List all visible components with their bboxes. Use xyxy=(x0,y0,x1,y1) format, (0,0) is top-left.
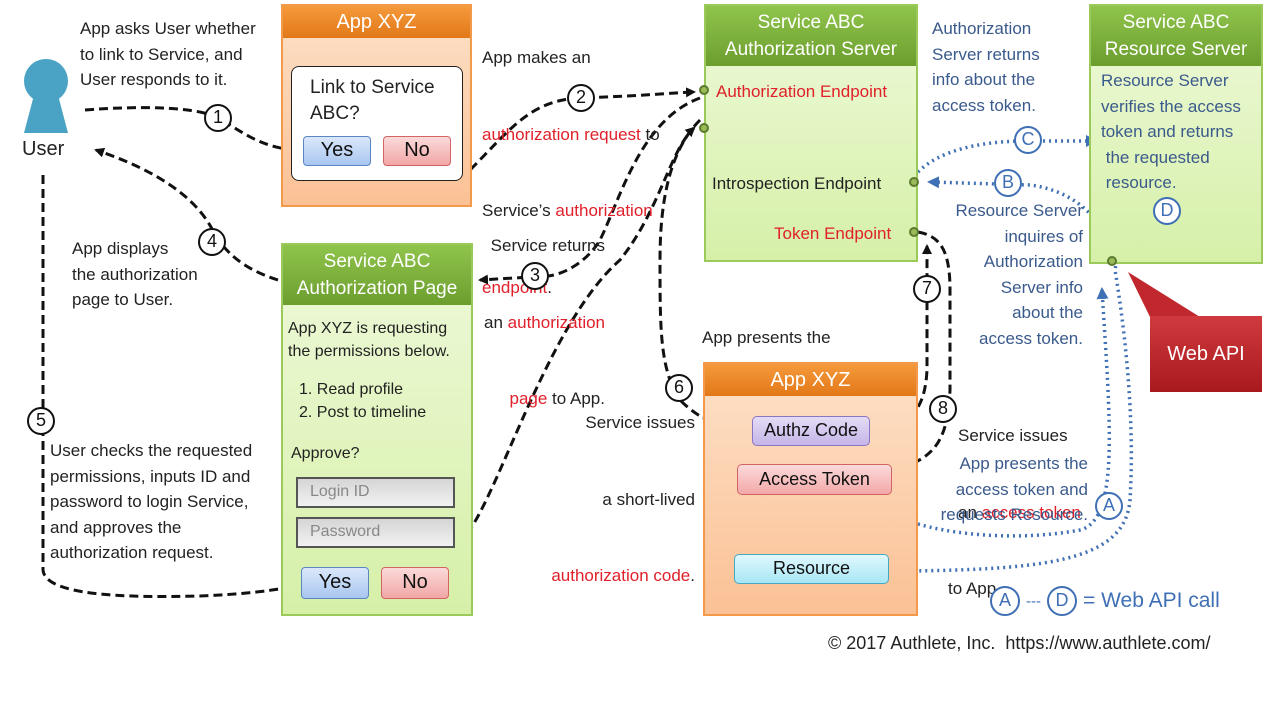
legend-text: = Web API call xyxy=(1083,589,1220,612)
link-dialog-text: Link to Service ABC? xyxy=(310,77,435,124)
approve-no-button[interactable]: No xyxy=(381,567,449,599)
permissions-intro: App XYZ is requesting the permissions be… xyxy=(288,320,450,360)
permission-item: 2. Post to timeline xyxy=(299,404,427,421)
app-xyz-top: App XYZ Link to Service ABC? Yes No xyxy=(281,4,472,207)
user-icon xyxy=(18,55,74,135)
authorization-endpoint-dot xyxy=(699,85,709,95)
authorization-server-title: Service ABC Authorization Server xyxy=(706,6,916,66)
authorization-page: Service ABC Authorization Page App XYZ i… xyxy=(281,243,473,616)
stepA-description: App presents the access token and reques… xyxy=(940,454,1088,524)
step-marker-7: 7 xyxy=(913,275,941,303)
api-marker-c: C xyxy=(1014,126,1042,154)
stepD-description: Resource Server verifies the access toke… xyxy=(1101,71,1241,192)
legend-marker-d: D xyxy=(1047,586,1077,616)
copyright: © 2017 Authlete, Inc. https://www.authle… xyxy=(828,633,1211,653)
app-xyz-bottom-title: App XYZ xyxy=(705,364,916,396)
authorization-server: Service ABC Authorization Server Authori… xyxy=(704,4,918,262)
legend-marker-a: A xyxy=(990,586,1020,616)
arrow-step-1 xyxy=(84,106,298,155)
authz-code-chip: Authz Code xyxy=(752,416,870,446)
approve-label: Approve? xyxy=(291,445,360,462)
introspection-endpoint-dot xyxy=(909,177,919,187)
step5-description: User checks the requested permissions, i… xyxy=(50,441,253,562)
step-marker-3: 3 xyxy=(521,262,549,290)
step-marker-4: 4 xyxy=(198,228,226,256)
web-api-callout: Web API xyxy=(1150,316,1262,392)
api-marker-d: D xyxy=(1153,197,1181,225)
introspection-endpoint-label: Introspection Endpoint xyxy=(712,174,882,193)
step1-description: App asks User whether to link to Service… xyxy=(80,19,256,89)
step-marker-2: 2 xyxy=(567,84,595,112)
resource-chip: Resource xyxy=(734,554,889,584)
app-xyz-bottom: App XYZ Authz Code Access Token Resource xyxy=(703,362,918,616)
user-label: User xyxy=(22,138,65,160)
token-endpoint-dot xyxy=(909,227,919,237)
authorization-page-title: Service ABC Authorization Page xyxy=(283,245,471,305)
legend-dash: --- xyxy=(1026,592,1041,610)
link-yes-button[interactable]: Yes xyxy=(303,136,371,166)
stepB-description: Resource Server inquires of Authorizatio… xyxy=(955,201,1083,348)
api-marker-a: A xyxy=(1095,492,1123,520)
link-dialog: Link to Service ABC? Yes No xyxy=(291,66,463,181)
token-endpoint-label: Token Endpoint xyxy=(774,224,892,243)
step4-description: App displays the authorization page to U… xyxy=(72,239,198,309)
step-marker-8: 8 xyxy=(929,395,957,423)
approve-yes-button[interactable]: Yes xyxy=(301,567,369,599)
step-marker-1: 1 xyxy=(204,104,232,132)
stepC-description: Authorization Server returns info about … xyxy=(932,19,1040,115)
link-no-button[interactable]: No xyxy=(383,136,451,166)
step-marker-6: 6 xyxy=(665,374,693,402)
access-token-chip: Access Token xyxy=(737,464,892,495)
authorization-endpoint-label: Authorization Endpoint xyxy=(716,82,888,101)
login-id-input[interactable]: Login ID xyxy=(296,477,455,508)
step-marker-5: 5 xyxy=(27,407,55,435)
api-marker-b: B xyxy=(994,169,1022,197)
permission-item: 1. Read profile xyxy=(299,381,404,398)
authorization-endpoint-return-dot xyxy=(699,123,709,133)
api-arrow-c xyxy=(916,135,1098,174)
password-input[interactable]: Password xyxy=(296,517,455,548)
app-xyz-top-title: App XYZ xyxy=(283,6,470,38)
legend: A --- D = Web API call xyxy=(990,586,1220,616)
resource-server: Service ABC Resource Server Resource Ser… xyxy=(1089,4,1263,264)
resource-server-title: Service ABC Resource Server xyxy=(1091,6,1261,66)
